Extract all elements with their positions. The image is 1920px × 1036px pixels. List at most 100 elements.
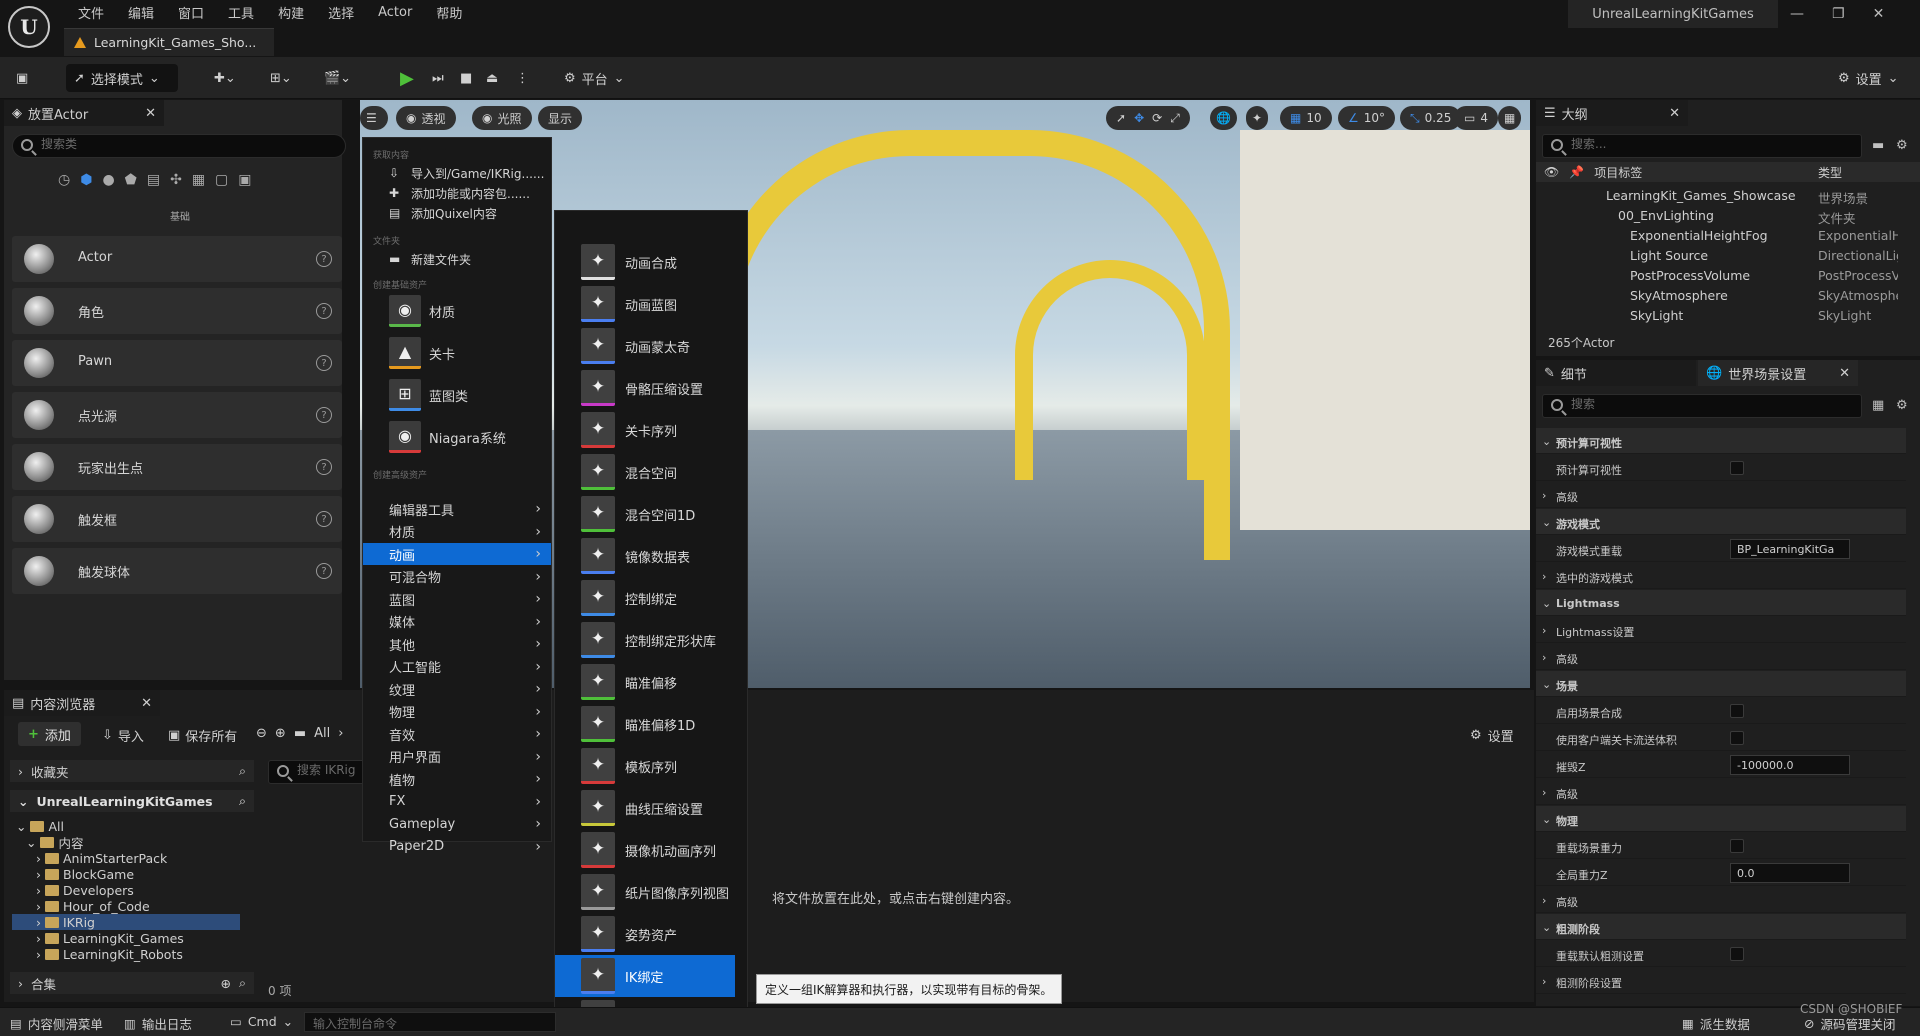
details-row[interactable]: › 高级 (1536, 779, 1906, 805)
details-row[interactable]: › 粗测阶段设置 (1536, 968, 1906, 994)
console-input[interactable]: 输入控制台命令 (304, 1012, 556, 1032)
actor-search-input[interactable]: 搜索类 (12, 134, 346, 158)
source-control-button[interactable]: ⊘ 源码管理关闭 (1804, 1014, 1896, 1033)
close-icon[interactable]: ✕ (1873, 6, 1885, 22)
actor-item[interactable]: Pawn? (12, 340, 342, 386)
world-settings-tab[interactable]: 🌐 世界场景设置 ✕ (1698, 360, 1858, 386)
cmd-dropdown[interactable]: ▭ Cmd ⌄ (230, 1014, 293, 1029)
tree-item-folder[interactable]: › AnimStarterPack (36, 850, 167, 866)
anim-asset-item[interactable]: ✦ 曲线压缩设置 (555, 787, 735, 829)
details-row[interactable]: › 高级 (1536, 644, 1906, 670)
details-row[interactable]: ⌄ 游戏模式 (1536, 509, 1906, 535)
viewport-menu-icon[interactable]: ☰ (360, 106, 388, 130)
category-menu-item[interactable]: 人工智能 › (363, 656, 551, 678)
basic-icon[interactable]: ⬢ (80, 172, 92, 188)
menu-select[interactable]: 选择 (316, 3, 366, 22)
actor-item[interactable]: 玩家出生点? (12, 444, 342, 490)
details-row[interactable]: › 高级 (1536, 482, 1906, 508)
move-tool-icon[interactable]: ✥ (1134, 111, 1144, 125)
anim-asset-item[interactable]: ✦ 骨骼压缩设置 (555, 367, 735, 409)
menu-build[interactable]: 构建 (266, 3, 316, 22)
category-menu-item[interactable]: 编辑器工具 › (363, 498, 551, 520)
select-tool-icon[interactable]: ➚ (1116, 111, 1126, 125)
category-menu-item[interactable]: 蓝图 › (363, 588, 551, 610)
cb-settings-button[interactable]: ⚙ 设置 (1470, 726, 1514, 745)
scale-snap-button[interactable]: ⤡ 0.25 (1400, 106, 1462, 130)
tree-item-content[interactable]: ⌄ 内容 (26, 834, 84, 851)
maximize-icon[interactable]: ❐ (1832, 6, 1845, 22)
search-icon[interactable]: ⌕ (239, 793, 246, 809)
level-tab[interactable]: LearningKit_Games_Sho... (64, 28, 274, 56)
play-icon[interactable]: ▶ (392, 64, 422, 92)
tree-item-folder[interactable]: › LearningKit_Robots (36, 946, 183, 962)
asset-search-input[interactable]: 搜索 IKRig (268, 760, 368, 784)
outliner-row[interactable]: PostProcessVolume PostProcessV (1536, 266, 1920, 286)
basic-asset-niagara[interactable]: ◉ Niagara系统 (389, 420, 506, 454)
add-quixel-menu-item[interactable]: ▤ 添加Quixel内容 (363, 202, 551, 224)
table-view-icon[interactable]: ▦ (1872, 398, 1884, 413)
cinematic-icon[interactable]: ▤ (147, 172, 160, 188)
details-tab[interactable]: ✎ 细节 (1536, 360, 1696, 386)
forward-icon[interactable]: ⊕ (275, 726, 286, 741)
details-checkbox[interactable] (1730, 947, 1744, 961)
label-column[interactable]: 项目标签 (1594, 164, 1642, 181)
step-icon[interactable]: ⏭ (424, 64, 452, 92)
visual-icon[interactable]: ✣ (170, 172, 182, 188)
details-row[interactable]: › 高级 (1536, 887, 1906, 913)
category-menu-item[interactable]: Paper2D › (363, 836, 551, 858)
anim-asset-item[interactable]: ✦ 姿势资产 (555, 913, 735, 955)
close-tab-icon[interactable]: ✕ (1669, 106, 1680, 121)
menu-window[interactable]: 窗口 (166, 3, 216, 22)
basic-asset-material[interactable]: ◉ 材质 (389, 294, 455, 328)
select-mode-dropdown[interactable]: ➚ 选择模式 ⌄ (66, 64, 178, 92)
anim-asset-item[interactable]: ✦ 混合空间1D (555, 493, 735, 535)
volume-icon[interactable]: ▦ (192, 172, 205, 188)
platform-button[interactable]: ⚙ 平台 ⌄ (556, 64, 633, 92)
anim-asset-item[interactable]: ✦ 动画蓝图 (555, 283, 735, 325)
details-checkbox[interactable] (1730, 731, 1744, 745)
import-button[interactable]: ⇩ 导入 (102, 726, 144, 745)
add-button[interactable]: + 添加 (18, 722, 81, 746)
anim-asset-item[interactable]: ✦ 混合空间 (555, 451, 735, 493)
help-icon[interactable]: ? (316, 563, 332, 579)
basic-asset-blueprint[interactable]: ⊞ 蓝图类 (389, 378, 468, 412)
category-menu-item[interactable]: 植物 › (363, 768, 551, 790)
category-menu-item[interactable]: 物理 › (363, 701, 551, 723)
details-value-field[interactable]: -100000.0 (1730, 755, 1850, 775)
outliner-row[interactable]: 00_EnvLighting 文件夹 (1536, 206, 1920, 226)
outliner-row[interactable]: SkyAtmosphere SkyAtmospher (1536, 286, 1920, 306)
details-row[interactable]: ⌄ 预计算可视性 (1536, 428, 1906, 454)
outliner-search-input[interactable]: 搜索... (1542, 134, 1862, 158)
outliner-tab[interactable]: ☰ 大纲 ✕ (1536, 100, 1688, 126)
project-header[interactable]: ⌄ UnrealLearningKitGames ⌕ (10, 790, 254, 812)
world-icon[interactable]: 🌐 (1210, 106, 1237, 130)
details-row[interactable]: ⌄ 场景 (1536, 671, 1906, 697)
outliner-row[interactable]: Light Source DirectionalLigh (1536, 246, 1920, 266)
more-options-icon[interactable]: ⋮ (508, 64, 537, 92)
all-classes-icon[interactable]: ▢ (215, 172, 228, 188)
tree-item-selected[interactable]: › IKRig (12, 914, 240, 930)
layout-icon[interactable]: ▦ (1498, 106, 1522, 130)
actor-item[interactable]: Actor? (12, 236, 342, 282)
place-actor-tab[interactable]: ◈ 放置Actor ✕ (4, 100, 164, 126)
more-classes-icon[interactable]: ▣ (238, 172, 251, 188)
tree-item-folder[interactable]: › BlockGame (36, 866, 134, 882)
category-menu-item[interactable]: 音效 › (363, 723, 551, 745)
category-menu-item[interactable]: FX › (363, 791, 551, 813)
scale-tool-icon[interactable]: ⤢ (1170, 111, 1180, 126)
category-menu-item[interactable]: 媒体 › (363, 611, 551, 633)
details-search-input[interactable]: 搜索 (1542, 394, 1862, 418)
anim-asset-item[interactable]: ✦ IK绑定 (555, 955, 735, 997)
actor-item[interactable]: 触发球体? (12, 548, 342, 594)
actor-item[interactable]: 触发框? (12, 496, 342, 542)
pin-icon[interactable]: 📌 (1569, 165, 1584, 179)
content-browser-tab[interactable]: ▤ 内容浏览器 ✕ (4, 690, 160, 716)
outliner-row[interactable]: LearningKit_Games_Showcase 世界场景 (1536, 186, 1920, 206)
search-icon[interactable]: ⌕ (239, 975, 246, 991)
details-checkbox[interactable] (1730, 704, 1744, 718)
menu-help[interactable]: 帮助 (424, 3, 474, 22)
perspective-button[interactable]: ◉ 透视 (396, 106, 456, 130)
back-icon[interactable]: ⊖ (256, 726, 267, 741)
category-menu-item[interactable]: 动画 › (363, 543, 551, 565)
collections-header[interactable]: › 合集 ⊕ ⌕ (10, 972, 254, 994)
